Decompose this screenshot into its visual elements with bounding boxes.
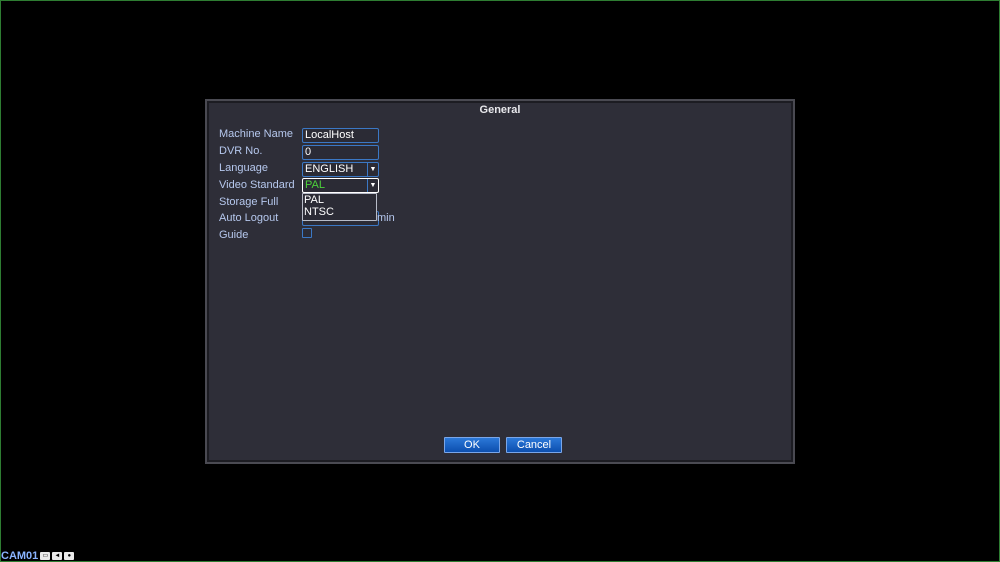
video-standard-select[interactable]: PAL ▼ [302, 178, 379, 193]
chevron-down-icon[interactable]: ▼ [367, 163, 378, 176]
language-label: Language [219, 162, 268, 174]
video-standard-dropdown: PAL NTSC [302, 193, 377, 221]
machine-name-input[interactable]: LocalHost [302, 128, 379, 143]
motion-icon: ● [64, 551, 75, 560]
language-select[interactable]: ENGLISH ▼ [302, 162, 379, 177]
dvr-no-label: DVR No. [219, 145, 263, 157]
dialog-title: General [479, 104, 521, 116]
guide-label: Guide [219, 229, 249, 241]
auto-logout-label: Auto Logout [219, 212, 279, 224]
record-icon: ▭ [40, 551, 51, 560]
guide-checkbox[interactable] [302, 228, 312, 238]
general-dialog: General Machine Name LocalHost DVR No. 0… [205, 99, 795, 464]
auto-logout-unit: min [377, 212, 395, 224]
storage-full-label: Storage Full [219, 196, 279, 208]
language-value: ENGLISH [305, 163, 354, 175]
camera-label: CAM01 [1, 549, 39, 562]
chevron-down-icon[interactable]: ▼ [367, 179, 378, 192]
video-standard-value: PAL [305, 179, 325, 191]
ok-button[interactable]: OK [444, 437, 500, 453]
status-bar: CAM01 ▭ ◄ ● [1, 549, 75, 562]
audio-icon: ◄ [52, 551, 63, 560]
machine-name-label: Machine Name [219, 128, 293, 140]
cancel-button[interactable]: Cancel [506, 437, 562, 453]
dvr-no-input[interactable]: 0 [302, 145, 379, 160]
dropdown-option-pal[interactable]: PAL [303, 194, 376, 206]
dropdown-option-ntsc[interactable]: NTSC [303, 206, 376, 218]
video-standard-label: Video Standard [219, 179, 295, 191]
